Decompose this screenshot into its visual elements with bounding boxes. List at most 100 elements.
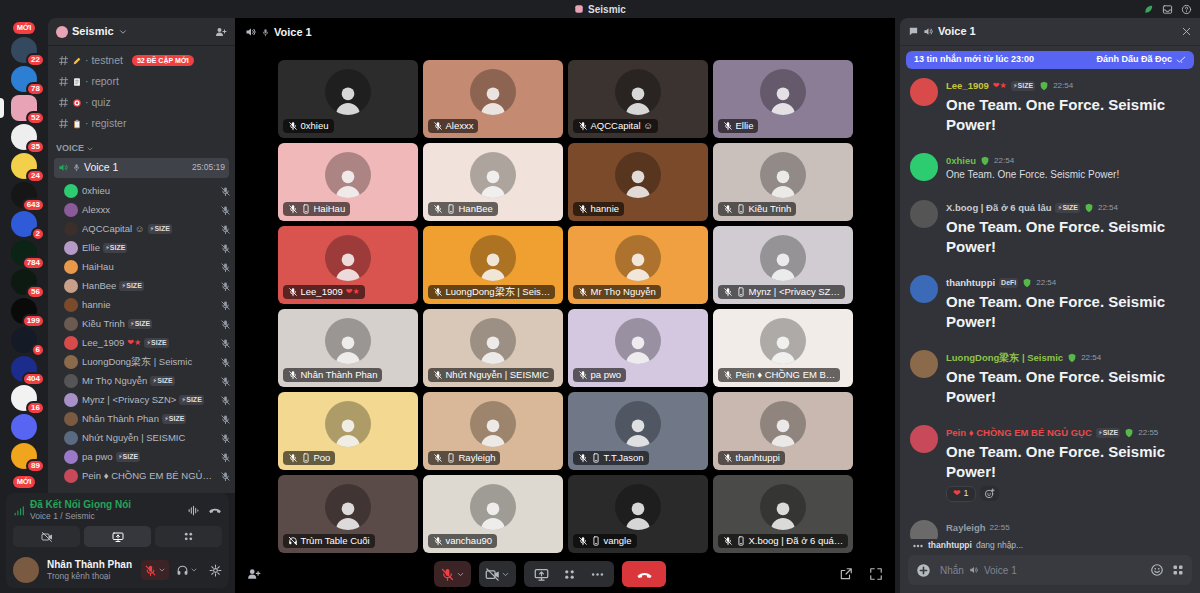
channel-row[interactable]: · register	[48, 113, 235, 134]
participant-tile[interactable]: Lee_1909❤★	[278, 226, 418, 304]
help-icon[interactable]	[1181, 4, 1192, 15]
mention-badge[interactable]: 52 ĐỀ CẬP MỚI	[132, 55, 194, 66]
member-name[interactable]: Pein ♦ CHỒNG EM BÉ NGỦ…	[82, 470, 212, 482]
member-row[interactable]: pa pwo⚡SIZE	[48, 448, 235, 467]
popout-icon[interactable]	[839, 567, 853, 581]
server-item[interactable]: 6	[11, 327, 37, 353]
server-icon[interactable]	[11, 414, 37, 440]
server-item[interactable]: 199	[11, 298, 37, 324]
category-name[interactable]: VOICE	[56, 143, 84, 155]
participant-tile[interactable]: Pein ♦ CHỒNG EM B…	[713, 309, 853, 387]
add-member-icon[interactable]	[215, 26, 227, 38]
channel-name[interactable]: · report	[85, 75, 119, 89]
apps-icon[interactable]	[1172, 564, 1184, 576]
server-item[interactable]: 16	[11, 385, 37, 411]
member-name[interactable]: Mr Thọ Nguyễn	[82, 375, 147, 387]
participant-tile[interactable]: 0xhieu	[278, 60, 418, 138]
participant-tile[interactable]: vangle	[568, 475, 708, 553]
server-item[interactable]: 22	[11, 37, 37, 63]
voice-status-subtitle[interactable]: Voice 1 / Seismic	[30, 511, 183, 522]
participant-tile[interactable]: HanBee	[423, 143, 563, 221]
member-row[interactable]: HaiHau	[48, 258, 235, 277]
screen-share-button[interactable]	[528, 561, 554, 587]
member-row[interactable]: hannie	[48, 296, 235, 315]
participant-tile[interactable]: HaiHau	[278, 143, 418, 221]
author-name[interactable]: 0xhieu	[946, 153, 976, 168]
author-name[interactable]: thanhtuppi	[946, 275, 995, 290]
new-messages-banner[interactable]: 13 tin nhắn mới từ lúc 23:00Đánh Dấu Đã …	[906, 51, 1194, 69]
server-item[interactable]: 56	[11, 269, 37, 295]
server-item[interactable]: 78	[11, 66, 37, 92]
member-row[interactable]: Nhân Thành Phan⚡SIZE	[48, 410, 235, 429]
message-composer[interactable]: NhắnVoice 1	[908, 555, 1192, 585]
member-row[interactable]: 0xhieu	[48, 182, 235, 201]
user-avatar[interactable]	[13, 557, 39, 583]
member-row[interactable]: HanBee⚡SIZE	[48, 277, 235, 296]
participant-tile[interactable]: Mynz | <Privacy SZ…	[713, 226, 853, 304]
member-name[interactable]: LuongDong梁东 | Seismic	[82, 356, 192, 368]
inbox-icon[interactable]	[1162, 4, 1173, 15]
participant-tile[interactable]: pa pwo	[568, 309, 708, 387]
author-name[interactable]: Lee_1909	[946, 78, 989, 93]
reaction[interactable]: ❤1	[946, 486, 976, 502]
author-avatar[interactable]	[910, 200, 938, 228]
member-row[interactable]: Alexxx	[48, 201, 235, 220]
mark-read-label[interactable]: Đánh Dấu Đã Đọc	[1096, 54, 1172, 66]
invite-icon[interactable]	[247, 567, 261, 581]
server-name[interactable]: Seismic	[72, 24, 114, 38]
member-row[interactable]: Mr Thọ Nguyễn⚡SIZE	[48, 372, 235, 391]
member-row[interactable]: LuongDong梁东 | Seismic	[48, 353, 235, 372]
member-name[interactable]: Kiều Trinh	[82, 318, 125, 330]
member-name[interactable]: pa pwo	[82, 451, 113, 463]
server-item[interactable]: 2	[11, 211, 37, 237]
server-item[interactable]: 35	[11, 124, 37, 150]
author-avatar[interactable]	[910, 275, 938, 303]
member-row[interactable]: Ellie⚡SIZE	[48, 239, 235, 258]
server-item[interactable]: 784	[11, 240, 37, 266]
author-avatar[interactable]	[910, 78, 938, 106]
close-icon[interactable]	[1181, 26, 1192, 37]
member-row[interactable]: Kiều Trinh⚡SIZE	[48, 315, 235, 334]
participant-tile[interactable]: Poo	[278, 392, 418, 470]
mark-read-button[interactable]: Đánh Dấu Đã Đọc	[1096, 54, 1186, 66]
server-item[interactable]: 643	[11, 182, 37, 208]
member-name[interactable]: Alexxx	[82, 204, 110, 216]
composer-channel[interactable]: Voice 1	[984, 564, 1017, 577]
gear-icon[interactable]	[209, 564, 222, 577]
author-name[interactable]: Rayleigh	[946, 520, 986, 535]
member-name[interactable]: Nhân Thành Phan	[82, 413, 159, 425]
leaf-icon[interactable]	[1143, 4, 1154, 15]
author-name[interactable]: Pein ♦ CHỒNG EM BÉ NGỦ GỤC	[946, 425, 1092, 440]
author-name[interactable]: X.boog | Đã ở 6 quá lâu	[946, 200, 1051, 215]
user-name[interactable]: Nhân Thành Phan	[47, 558, 137, 571]
participant-tile[interactable]: hannie	[568, 143, 708, 221]
activities-button[interactable]	[556, 561, 582, 587]
server-item[interactable]: 52	[11, 95, 37, 121]
participant-tile[interactable]: Mr Thọ Nguyễn	[568, 226, 708, 304]
channel-row[interactable]: · report	[48, 71, 235, 92]
member-row[interactable]: Mynz | <Privacy SZN>⚡SIZE	[48, 391, 235, 410]
participant-tile[interactable]: Ellie	[713, 60, 853, 138]
member-name[interactable]: AQCCapital ☺	[82, 223, 145, 235]
member-name[interactable]: HanBee	[82, 280, 116, 292]
server-item[interactable]: 24	[11, 153, 37, 179]
member-row[interactable]: Nhứt Nguyễn | SEISMIC	[48, 429, 235, 448]
server-header[interactable]: Seismic	[48, 18, 235, 46]
participant-tile[interactable]: Rayleigh	[423, 392, 563, 470]
participant-tile[interactable]: vanchau90	[423, 475, 563, 553]
server-item[interactable]: 404	[11, 356, 37, 382]
camera-button[interactable]	[13, 526, 80, 547]
participant-tile[interactable]: X.boog | Đã ở 6 quá…	[713, 475, 853, 553]
member-name[interactable]: Nhứt Nguyễn | SEISMIC	[82, 432, 185, 444]
member-name[interactable]: Mynz | <Privacy SZN>	[82, 394, 176, 406]
member-name[interactable]: Ellie	[82, 242, 100, 254]
plus-icon[interactable]	[916, 563, 931, 578]
channel-row[interactable]: · quiz	[48, 92, 235, 113]
deafen-button[interactable]	[173, 560, 201, 580]
mute-button[interactable]	[141, 560, 169, 580]
add-reaction-button[interactable]	[980, 486, 999, 501]
participant-tile[interactable]: Kiều Trinh	[713, 143, 853, 221]
emoji-icon[interactable]	[1150, 563, 1164, 577]
server-item[interactable]: 89	[11, 443, 37, 469]
channel-name[interactable]: · register	[85, 117, 126, 131]
